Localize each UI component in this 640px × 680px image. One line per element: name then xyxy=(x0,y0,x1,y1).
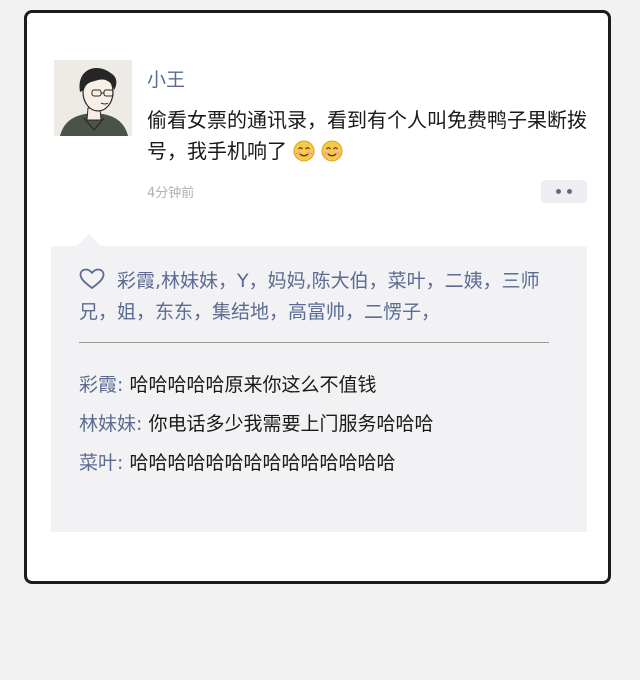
post-text: 偷看女票的通讯录，看到有个人叫免费鸭子果断拨号，我手机响了 xyxy=(147,108,587,163)
avatar[interactable] xyxy=(54,60,132,136)
comment-item[interactable]: 林妹妹: 你电话多少我需要上门服务哈哈哈 xyxy=(79,405,579,444)
comments-list: 彩霞: 哈哈哈哈哈原来你这么不值钱 林妹妹: 你电话多少我需要上门服务哈哈哈 菜… xyxy=(79,366,579,483)
more-options-icon xyxy=(556,189,561,194)
more-options-icon xyxy=(567,189,572,194)
likes-comments-panel: 彩霞,林妹妹，Y，妈妈,陈大伯，菜叶，二姨，三师兄，姐，东东，集结地，高富帅，二… xyxy=(51,246,587,532)
post-content: 偷看女票的通讯录，看到有个人叫免费鸭子果断拨号，我手机响了 xyxy=(147,105,602,167)
more-options-button[interactable] xyxy=(541,180,587,203)
username[interactable]: 小王 xyxy=(147,65,185,92)
panel-notch xyxy=(77,234,101,246)
smiling-face-icon xyxy=(293,140,315,162)
likes-list: 彩霞,林妹妹，Y，妈妈,陈大伯，菜叶，二姨，三师兄，姐，东东，集结地，高富帅，二… xyxy=(79,266,569,328)
likes-names[interactable]: 彩霞,林妹妹，Y，妈妈,陈大伯，菜叶，二姨，三师兄，姐，东东，集结地，高富帅，二… xyxy=(79,270,540,323)
comment-text: 你电话多少我需要上门服务哈哈哈 xyxy=(148,413,434,435)
smiling-face-icon xyxy=(321,140,343,162)
comment-text: 哈哈哈哈哈哈哈哈哈哈哈哈哈哈 xyxy=(129,452,396,474)
post-timestamp: 4分钟前 xyxy=(147,186,195,201)
avatar-illustration xyxy=(54,60,132,136)
comment-author[interactable]: 彩霞: xyxy=(79,374,123,396)
heart-icon xyxy=(79,268,105,290)
comment-author[interactable]: 菜叶: xyxy=(79,452,123,474)
comment-text: 哈哈哈哈哈原来你这么不值钱 xyxy=(129,374,377,396)
moment-card: 小王 偷看女票的通讯录，看到有个人叫免费鸭子果断拨号，我手机响了 4分钟前 彩霞… xyxy=(24,10,611,584)
comment-author[interactable]: 林妹妹: xyxy=(79,413,142,435)
comment-item[interactable]: 彩霞: 哈哈哈哈哈原来你这么不值钱 xyxy=(79,366,579,405)
comment-item[interactable]: 菜叶: 哈哈哈哈哈哈哈哈哈哈哈哈哈哈 xyxy=(79,444,579,483)
divider xyxy=(79,342,549,343)
